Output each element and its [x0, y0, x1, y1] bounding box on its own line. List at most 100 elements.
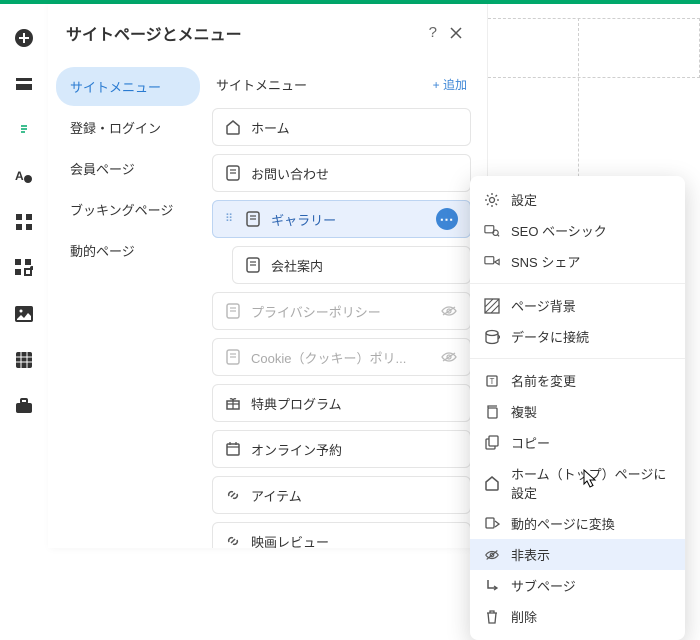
gift-icon — [225, 395, 241, 411]
pages-panel: サイトページとメニュー ? サイトメニュー 登録・ログイン 会員ページ ブッキン… — [48, 4, 488, 548]
content-title: サイトメニュー — [216, 75, 433, 94]
seo-icon — [484, 223, 500, 239]
canvas-guide — [488, 18, 700, 78]
left-iconbar: A — [0, 4, 48, 548]
link-icon — [225, 533, 241, 548]
store-icon[interactable] — [14, 396, 34, 416]
data-icon — [484, 329, 500, 345]
context-menu-item[interactable]: T 名前を変更 — [470, 365, 685, 396]
data-icon[interactable] — [14, 350, 34, 370]
page-item-label: 特典プログラム — [251, 394, 342, 413]
context-menu-item[interactable]: コピー — [470, 427, 685, 458]
layers-icon[interactable] — [14, 74, 34, 94]
page-item-label: 会社案内 — [271, 256, 323, 275]
context-menu-item[interactable]: ページ背景 — [470, 290, 685, 321]
page-item[interactable]: ⠿ ギャラリー ⋯ — [212, 200, 471, 238]
help-button[interactable]: ? — [423, 20, 443, 45]
close-button[interactable] — [443, 22, 469, 44]
separator — [470, 358, 685, 359]
copy-icon — [484, 404, 500, 420]
sidenav-item-members[interactable]: 会員ページ — [56, 149, 200, 188]
add-icon[interactable] — [14, 28, 34, 48]
subpage-icon — [484, 578, 500, 594]
context-menu-label: SNS シェア — [511, 252, 580, 271]
sidenav-item-signup[interactable]: 登録・ログイン — [56, 108, 200, 147]
page-icon — [225, 165, 241, 181]
page-item[interactable]: 会社案内 — [232, 246, 471, 284]
addons-icon[interactable] — [14, 258, 34, 278]
home-icon — [225, 119, 241, 135]
pages-icon[interactable] — [14, 120, 34, 140]
page-icon — [245, 257, 261, 273]
context-menu-item[interactable]: ホーム（トップ）ページに設定 — [470, 458, 685, 508]
context-menu-label: 設定 — [511, 190, 537, 209]
apps-icon[interactable] — [14, 212, 34, 232]
page-icon — [245, 211, 261, 227]
context-menu-item[interactable]: SNS シェア — [470, 246, 685, 277]
context-menu-item[interactable]: データに接続 — [470, 321, 685, 352]
context-menu-item[interactable]: 設定 — [470, 184, 685, 215]
page-item[interactable]: Cookie（クッキー）ポリ... — [212, 338, 471, 376]
page-item-label: Cookie（クッキー）ポリ... — [251, 348, 406, 367]
context-menu-label: 削除 — [511, 607, 537, 626]
hidden-eye-icon[interactable] — [440, 351, 458, 363]
page-item-label: 映画レビュー — [251, 532, 329, 549]
page-item[interactable]: オンライン予約 — [212, 430, 471, 468]
design-icon[interactable]: A — [14, 166, 34, 186]
panel-title: サイトページとメニュー — [66, 21, 423, 45]
media-icon[interactable] — [14, 304, 34, 324]
context-menu-label: コピー — [511, 433, 550, 452]
page-item[interactable]: プライバシーポリシー — [212, 292, 471, 330]
context-menu-item[interactable]: SEO ベーシック — [470, 215, 685, 246]
context-menu-label: サブページ — [511, 576, 576, 595]
share-icon — [484, 254, 500, 270]
dynamic-icon — [484, 516, 500, 532]
context-menu-item[interactable]: 複製 — [470, 396, 685, 427]
context-menu-item[interactable]: サブページ — [470, 570, 685, 601]
context-menu-label: ページ背景 — [511, 296, 576, 315]
gear-icon — [484, 192, 500, 208]
sidenav: サイトメニュー 登録・ログイン 会員ページ ブッキングページ 動的ページ — [48, 59, 208, 548]
context-menu: 設定 SEO ベーシック SNS シェアページ背景データに接続 T 名前を変更複製コピー… — [470, 176, 685, 640]
page-item[interactable]: お問い合わせ — [212, 154, 471, 192]
drag-handle-icon[interactable]: ⠿ — [225, 216, 233, 222]
link-icon — [225, 487, 241, 503]
trash-icon — [484, 609, 500, 625]
context-menu-label: 動的ページに変換 — [511, 514, 615, 533]
context-menu-label: SEO ベーシック — [511, 221, 607, 240]
page-item-label: アイテム — [251, 486, 302, 505]
context-menu-label: 複製 — [511, 402, 537, 421]
sidenav-item-dynamic[interactable]: 動的ページ — [56, 231, 200, 270]
page-item-label: ホーム — [251, 118, 290, 137]
hide-icon — [484, 547, 500, 563]
page-item[interactable]: 特典プログラム — [212, 384, 471, 422]
context-menu-item[interactable]: 動的ページに変換 — [470, 508, 685, 539]
context-menu-item[interactable]: 削除 — [470, 601, 685, 632]
page-item-label: お問い合わせ — [251, 164, 329, 183]
hidden-eye-icon[interactable] — [440, 305, 458, 317]
sidenav-item-site-menu[interactable]: サイトメニュー — [56, 67, 200, 106]
page-item-label: ギャラリー — [271, 210, 336, 229]
page-item[interactable]: 映画レビュー — [212, 522, 471, 548]
page-item-label: プライバシーポリシー — [251, 302, 381, 321]
svg-text:A: A — [15, 169, 24, 183]
context-menu-label: ホーム（トップ）ページに設定 — [511, 464, 671, 502]
page-item-label: オンライン予約 — [251, 440, 342, 459]
bg-icon — [484, 298, 500, 314]
rename-icon: T — [484, 373, 500, 389]
context-menu-label: データに接続 — [511, 327, 589, 346]
svg-text:T: T — [490, 377, 495, 386]
page-item[interactable]: ホーム — [212, 108, 471, 146]
separator — [470, 283, 685, 284]
page-icon — [225, 349, 241, 365]
home-icon — [484, 475, 500, 491]
context-menu-label: 名前を変更 — [511, 371, 576, 390]
page-more-button[interactable]: ⋯ — [436, 208, 458, 230]
page-item[interactable]: アイテム — [212, 476, 471, 514]
content: サイトメニュー + 追加 ホームお問い合わせ ⠿ ギャラリー ⋯ 会社案内プライバシーポ… — [208, 59, 487, 548]
sidenav-item-booking[interactable]: ブッキングページ — [56, 190, 200, 229]
page-icon — [225, 303, 241, 319]
add-page-button[interactable]: + 追加 — [433, 76, 467, 93]
context-menu-item[interactable]: 非表示 — [470, 539, 685, 570]
copy2-icon — [484, 435, 500, 451]
